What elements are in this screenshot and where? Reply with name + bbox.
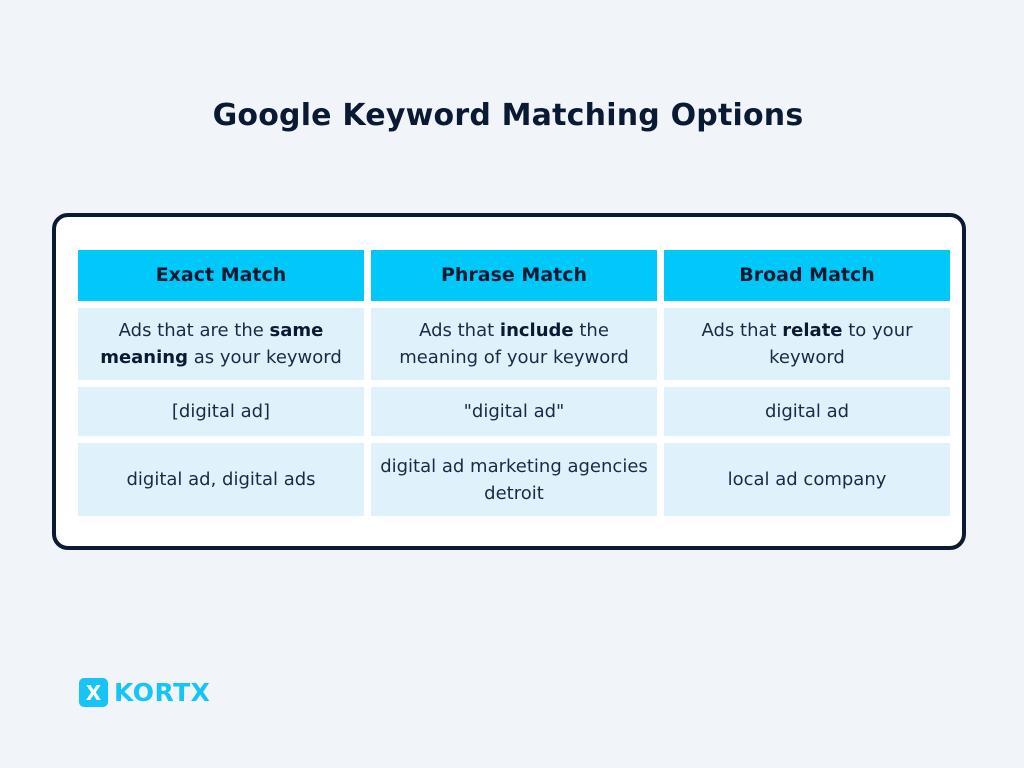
cell-text: "digital ad" bbox=[463, 401, 565, 422]
column-header-phrase-match: Phrase Match bbox=[371, 250, 657, 301]
table-cell: "digital ad" bbox=[371, 387, 657, 436]
emphasis-text: same meaning bbox=[100, 320, 324, 368]
column-header-broad-match: Broad Match bbox=[664, 250, 950, 301]
logo-wordmark: KORTX bbox=[114, 678, 211, 707]
cell-text: Ads that are the same meaning as your ke… bbox=[100, 320, 342, 368]
table-cell: Ads that include the meaning of your key… bbox=[371, 308, 657, 380]
cell-text: digital ad, digital ads bbox=[126, 469, 316, 490]
table-cell: [digital ad] bbox=[78, 387, 364, 436]
cell-text: Ads that include the meaning of your key… bbox=[399, 320, 629, 368]
kortx-logo-icon: X bbox=[79, 678, 108, 707]
kortx-logo: X KORTX bbox=[79, 678, 210, 707]
cell-text: local ad company bbox=[727, 469, 887, 490]
table-cell: local ad company bbox=[664, 443, 950, 516]
table-cell: digital ad, digital ads bbox=[78, 443, 364, 516]
emphasis-text: include bbox=[499, 320, 574, 341]
table-cell: digital ad bbox=[664, 387, 950, 436]
page-title: Google Keyword Matching Options bbox=[212, 98, 804, 133]
cell-text: [digital ad] bbox=[171, 401, 271, 422]
table-cell: digital ad marketing agencies detroit bbox=[371, 443, 657, 516]
cell-text: digital ad bbox=[764, 401, 850, 422]
table-cell: Ads that are the same meaning as your ke… bbox=[78, 308, 364, 380]
column-header-exact-match: Exact Match bbox=[78, 250, 364, 301]
emphasis-text: relate bbox=[782, 320, 843, 341]
cell-text: Ads that relate to your keyword bbox=[701, 320, 913, 368]
keyword-matching-table: Exact Match Phrase Match Broad Match Ads… bbox=[78, 250, 950, 516]
table-cell: Ads that relate to your keyword bbox=[664, 308, 950, 380]
cell-text: digital ad marketing agencies detroit bbox=[380, 455, 648, 504]
